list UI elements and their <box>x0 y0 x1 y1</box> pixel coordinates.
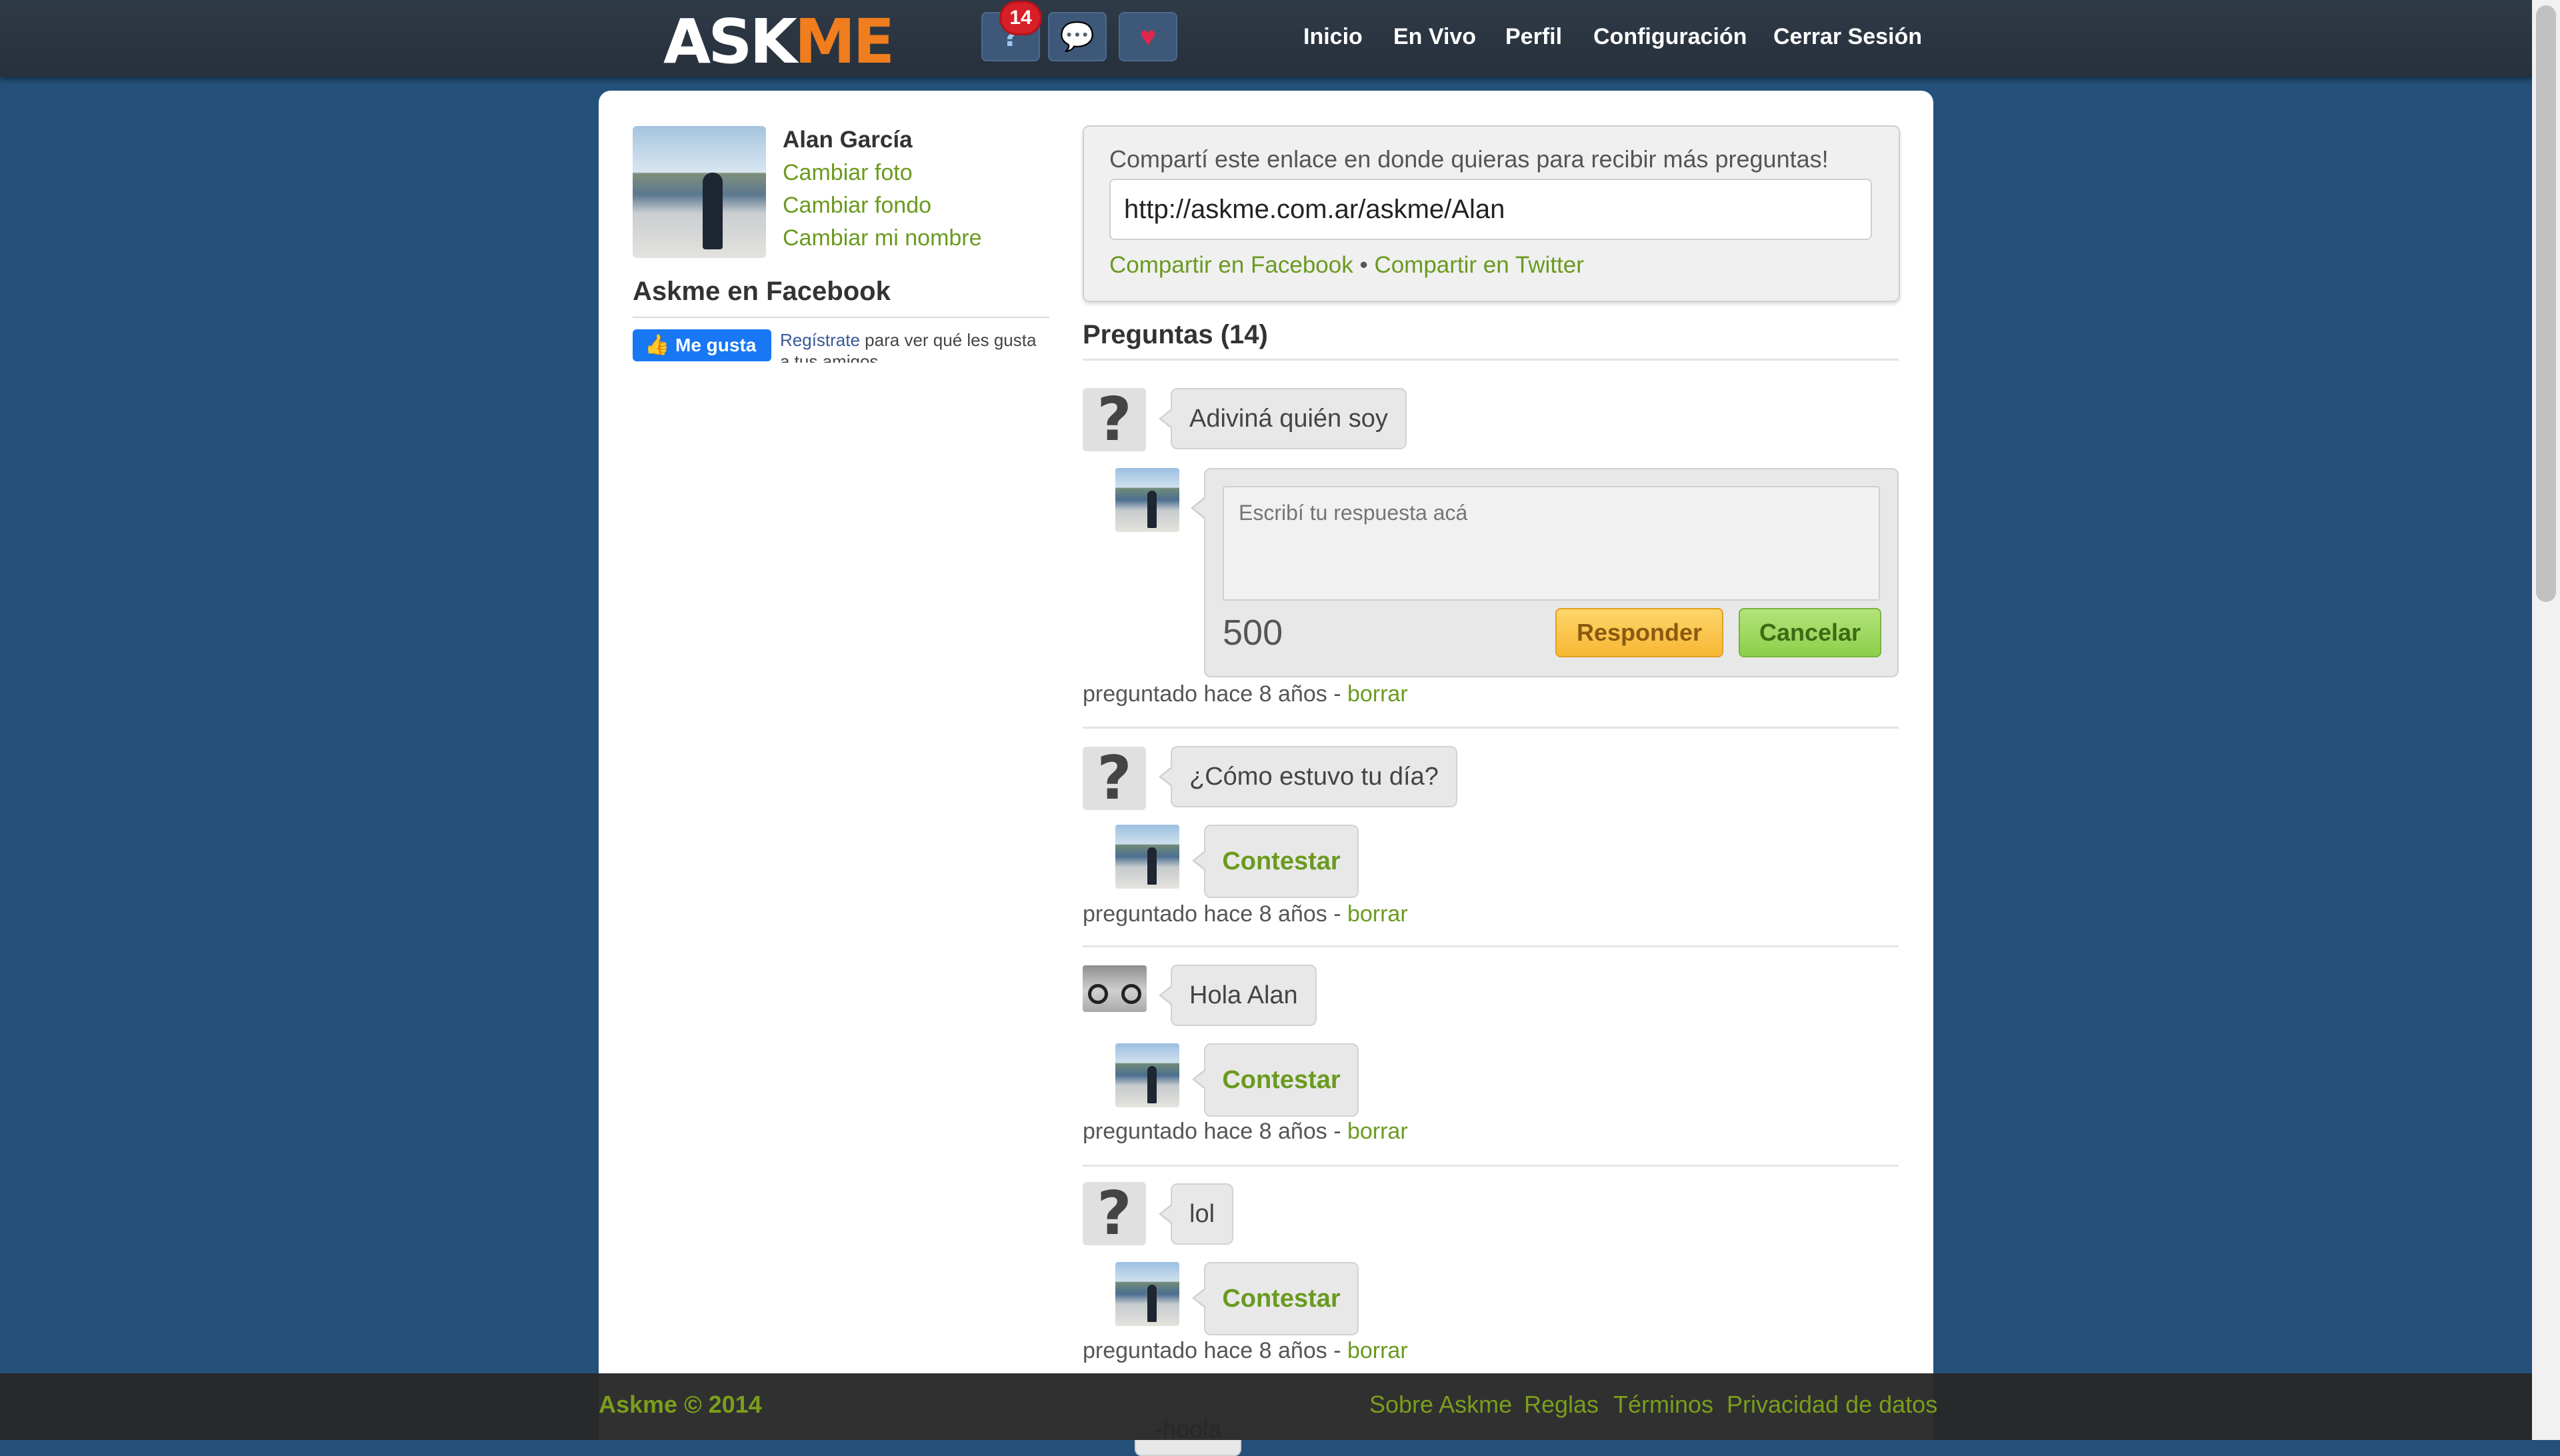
logo-text-ask: ASK <box>663 6 797 77</box>
anonymous-question-icon: ? <box>1083 1182 1146 1245</box>
question-text: Hola Alan <box>1159 965 1317 1026</box>
footer-link-about[interactable]: Sobre Askme <box>1369 1391 1512 1419</box>
change-background-link[interactable]: Cambiar fondo <box>783 193 931 219</box>
question-meta: preguntado hace 8 años - borrar <box>1083 681 1408 707</box>
delete-question-link[interactable]: borrar <box>1347 1338 1408 1363</box>
top-navigation-bar: ASKME ? 💬 ♥ Inicio En Vivo Perfil Config… <box>0 0 2560 77</box>
anonymous-question-icon: ? <box>1083 747 1146 810</box>
divider <box>1083 359 1899 361</box>
user-avatar <box>1115 825 1179 889</box>
profile-name: Alan García <box>783 127 913 153</box>
submit-answer-button[interactable]: Responder <box>1555 608 1723 657</box>
facebook-register-link[interactable]: Regístrate <box>780 330 860 350</box>
share-separator: • <box>1353 252 1375 278</box>
facebook-section-title: Askme en Facebook <box>633 277 891 306</box>
share-links: Compartir en Facebook • Compartir en Twi… <box>1109 252 1584 279</box>
answer-button[interactable]: Contestar <box>1192 1043 1359 1117</box>
question-meta: preguntado hace 8 años - borrar <box>1083 1338 1408 1364</box>
question-meta: preguntado hace 8 años - borrar <box>1083 901 1408 927</box>
footer-link-terms[interactable]: Términos <box>1613 1391 1713 1419</box>
delete-question-link[interactable]: borrar <box>1347 1119 1408 1144</box>
answer-button[interactable]: Contestar <box>1192 1262 1359 1335</box>
answers-notifications-button[interactable]: 💬 <box>1048 12 1107 61</box>
delete-question-link[interactable]: borrar <box>1347 901 1408 927</box>
divider <box>1083 727 1899 729</box>
share-url-field[interactable]: http://askme.com.ar/askme/Alan <box>1109 179 1872 240</box>
question-text: ¿Cómo estuvo tu día? <box>1159 746 1457 807</box>
profile-avatar <box>633 126 766 258</box>
divider <box>1083 945 1899 947</box>
scrollbar-thumb[interactable] <box>2536 5 2556 602</box>
notifications-count-badge: 14 <box>1001 3 1040 33</box>
askme-logo[interactable]: ASKME <box>663 11 895 73</box>
likes-notifications-button[interactable]: ♥ <box>1119 12 1177 61</box>
user-avatar <box>1115 468 1179 532</box>
question-text: Adiviná quién soy <box>1159 388 1407 449</box>
footer-link-privacy[interactable]: Privacidad de datos <box>1727 1391 1937 1419</box>
facebook-like-text: Regístrate para ver qué les gusta a tus … <box>780 329 1047 363</box>
questions-heading: Preguntas (14) <box>1083 320 1268 349</box>
divider <box>1083 1165 1899 1167</box>
anonymous-question-icon: ? <box>1083 388 1146 451</box>
share-prompt: Compartí este enlace en donde quieras pa… <box>1109 145 1829 173</box>
facebook-like-button[interactable]: 👍 Me gusta <box>633 329 771 361</box>
answer-textarea[interactable] <box>1223 486 1880 601</box>
question-timestamp: preguntado hace 8 años - <box>1083 1338 1347 1363</box>
delete-question-link[interactable]: borrar <box>1347 681 1408 707</box>
share-twitter-link[interactable]: Compartir en Twitter <box>1374 252 1583 278</box>
logo-text-me: ME <box>794 6 895 77</box>
thumbs-up-icon: 👍 <box>645 334 670 356</box>
asker-avatar[interactable] <box>1083 965 1147 1012</box>
question-timestamp: preguntado hace 8 años - <box>1083 1119 1347 1144</box>
question-text: lol <box>1158 1183 1234 1245</box>
footer-copyright: Askme © 2014 <box>599 1391 762 1418</box>
character-counter: 500 <box>1223 613 1283 653</box>
share-facebook-link[interactable]: Compartir en Facebook <box>1109 252 1353 278</box>
user-avatar <box>1115 1262 1179 1326</box>
footer-link-rules[interactable]: Reglas <box>1524 1391 1599 1419</box>
cancel-answer-button[interactable]: Cancelar <box>1739 608 1881 657</box>
nav-perfil[interactable]: Perfil <box>1505 20 1562 53</box>
question-timestamp: preguntado hace 8 años - <box>1083 681 1347 707</box>
heart-icon: ♥ <box>1139 21 1157 52</box>
chat-bubbles-icon: 💬 <box>1059 21 1095 52</box>
like-label: Me gusta <box>675 335 757 355</box>
question-timestamp: preguntado hace 8 años - <box>1083 901 1347 927</box>
change-name-link[interactable]: Cambiar mi nombre <box>783 225 982 251</box>
nav-configuracion[interactable]: Configuración <box>1593 20 1747 53</box>
divider <box>633 317 1049 318</box>
nav-en-vivo[interactable]: En Vivo <box>1393 20 1476 53</box>
change-photo-link[interactable]: Cambiar foto <box>783 160 913 186</box>
question-meta: preguntado hace 8 años - borrar <box>1083 1119 1408 1145</box>
footer <box>0 1373 2560 1440</box>
answer-button[interactable]: Contestar <box>1192 825 1359 898</box>
nav-inicio[interactable]: Inicio <box>1303 20 1363 53</box>
nav-cerrar-sesion[interactable]: Cerrar Sesión <box>1773 20 1922 53</box>
user-avatar <box>1115 1043 1179 1107</box>
